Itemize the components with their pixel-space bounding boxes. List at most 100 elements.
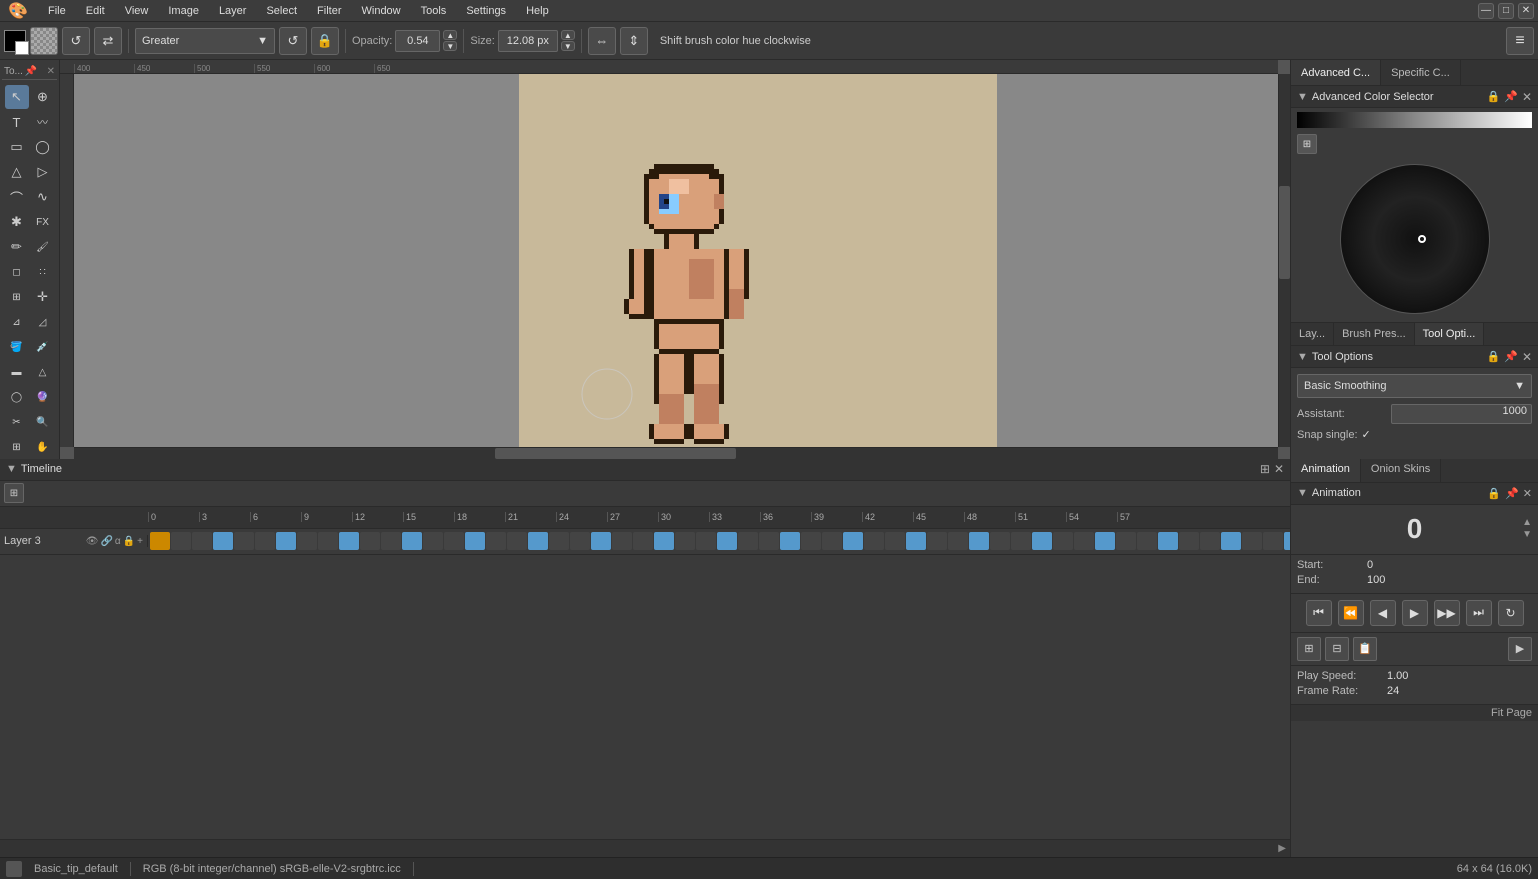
fx-tool[interactable]: FX — [31, 210, 55, 234]
scrollbar-horizontal[interactable] — [74, 447, 1278, 459]
brush-mode-dropdown[interactable]: Greater ▼ — [135, 28, 275, 54]
anim-extra-2[interactable]: ⊟ — [1325, 637, 1349, 661]
frame-22[interactable] — [612, 532, 632, 550]
fit-page-label[interactable]: Fit Page — [1491, 707, 1532, 719]
frame-52[interactable] — [1242, 532, 1262, 550]
menu-view[interactable]: View — [121, 3, 153, 19]
smoothing-dropdown[interactable]: Basic Smoothing ▼ — [1297, 374, 1532, 398]
frame-0[interactable] — [150, 532, 170, 550]
layer-lock-icon[interactable]: 🔒 — [123, 536, 135, 547]
frame-37[interactable] — [927, 532, 947, 550]
canvas-area[interactable]: 400 450 500 550 600 650 100 150 200 250 — [60, 60, 1290, 459]
reset-btn[interactable]: ↺ — [279, 27, 307, 55]
curve-tool[interactable]: ⌒ — [5, 185, 29, 209]
menu-file[interactable]: File — [44, 3, 70, 19]
color-gradient-bar[interactable] — [1297, 112, 1532, 128]
timeline-collapse-icon[interactable]: ▼ — [6, 463, 17, 475]
flip-v-btn[interactable]: ⇕ — [620, 27, 648, 55]
menu-filter[interactable]: Filter — [313, 3, 345, 19]
to-pin-icon[interactable]: 📌 — [1504, 350, 1518, 363]
layer-link-icon[interactable]: 🔗 — [100, 536, 112, 547]
hand-tool[interactable]: ✋ — [31, 435, 55, 459]
lock-btn[interactable]: 🔒 — [311, 27, 339, 55]
menu-window[interactable]: Window — [358, 3, 405, 19]
anim-close-icon[interactable]: ✕ — [1523, 487, 1532, 500]
frame-4[interactable] — [234, 532, 254, 550]
add-layer-btn[interactable]: ⊞ — [4, 483, 24, 503]
frame-3[interactable] — [213, 532, 233, 550]
path-tool[interactable]: ✂ — [5, 410, 29, 434]
frame-44[interactable] — [1074, 532, 1094, 550]
ellipse-select-tool[interactable]: ◯ — [31, 135, 55, 159]
frame-43[interactable] — [1053, 532, 1073, 550]
frame-5[interactable] — [255, 532, 275, 550]
frame-42[interactable] — [1032, 532, 1052, 550]
step-back-btn[interactable]: ⏪ — [1338, 600, 1364, 626]
frame-40[interactable] — [990, 532, 1010, 550]
pointer-tool[interactable]: ↖ — [5, 85, 29, 109]
tab-onion-skins[interactable]: Onion Skins — [1361, 459, 1441, 482]
menu-image[interactable]: Image — [164, 3, 203, 19]
toolbar-extra-btn[interactable]: ≡ — [1506, 27, 1534, 55]
rect-select-tool[interactable]: ▭ — [5, 135, 29, 159]
size-down-btn[interactable]: ▼ — [561, 41, 575, 51]
frame-53[interactable] — [1263, 532, 1283, 550]
goto-start-btn[interactable]: ⏮ — [1306, 600, 1332, 626]
prev-frame-btn[interactable]: ◀ — [1370, 600, 1396, 626]
frame-50[interactable] — [1200, 532, 1220, 550]
layer-alpha-icon[interactable]: α — [115, 536, 121, 547]
frame-9[interactable] — [339, 532, 359, 550]
frame-8[interactable] — [318, 532, 338, 550]
collapse-icon[interactable]: ▼ — [1297, 91, 1308, 103]
frame-16[interactable] — [486, 532, 506, 550]
cs-lock-icon[interactable]: 🔒 — [1487, 90, 1501, 103]
transform-tool[interactable]: ⊕ — [31, 85, 55, 109]
frame-47[interactable] — [1137, 532, 1157, 550]
menu-edit[interactable]: Edit — [82, 3, 109, 19]
frame-45[interactable] — [1095, 532, 1115, 550]
frame-31[interactable] — [801, 532, 821, 550]
spray-tool[interactable]: ∷ — [31, 260, 55, 284]
layer-add-icon[interactable]: + — [137, 536, 143, 547]
timeline-expand-icon[interactable]: ⊞ — [1260, 462, 1270, 476]
triangle-tool[interactable]: △ — [5, 160, 29, 184]
frame-39[interactable] — [969, 532, 989, 550]
menu-select[interactable]: Select — [262, 3, 301, 19]
frame-23[interactable] — [633, 532, 653, 550]
frame-20[interactable] — [570, 532, 590, 550]
pencil-tool[interactable]: ✏ — [5, 235, 29, 259]
goto-end-btn[interactable]: ⏭ — [1466, 600, 1492, 626]
lasso-tool[interactable]: ◯ — [5, 385, 29, 409]
frame-48[interactable] — [1158, 532, 1178, 550]
color-wheel-selector[interactable] — [1418, 235, 1426, 243]
toolbox-close-icon[interactable]: ✕ — [47, 66, 55, 77]
loop-btn[interactable]: ↻ — [1498, 600, 1524, 626]
frame-25[interactable] — [675, 532, 695, 550]
frame-15[interactable] — [465, 532, 485, 550]
brush-pattern-btn[interactable] — [30, 27, 58, 55]
menu-layer[interactable]: Layer — [215, 3, 251, 19]
scrollbar-vertical[interactable] — [1278, 74, 1290, 447]
arrow-tool[interactable]: ▷ — [31, 160, 55, 184]
frame-32[interactable] — [822, 532, 842, 550]
anim-extra-3[interactable]: 📋 — [1353, 637, 1377, 661]
window-maximize-btn[interactable]: □ — [1498, 3, 1514, 19]
frame-35[interactable] — [885, 532, 905, 550]
frame-38[interactable] — [948, 532, 968, 550]
frame-26[interactable] — [696, 532, 716, 550]
window-minimize-btn[interactable]: — — [1478, 3, 1494, 19]
fill-tool[interactable]: 🪣 — [5, 335, 29, 359]
color-swap-btn[interactable]: ⇄ — [94, 27, 122, 55]
frame-7[interactable] — [297, 532, 317, 550]
frame-2[interactable] — [192, 532, 212, 550]
grid-tool[interactable]: ⊞ — [5, 435, 29, 459]
frame-1[interactable] — [171, 532, 191, 550]
play-btn[interactable]: ▶ — [1402, 600, 1428, 626]
anim-pin-icon[interactable]: 📌 — [1505, 487, 1519, 500]
magic-wand-tool[interactable]: 🔮 — [31, 385, 55, 409]
move-tool[interactable]: ✛ — [31, 285, 55, 309]
opacity-up-btn[interactable]: ▲ — [443, 30, 457, 40]
flip-h-btn[interactable]: ⇔ — [588, 27, 616, 55]
tab-animation[interactable]: Animation — [1291, 459, 1361, 482]
size-input[interactable] — [498, 30, 558, 52]
